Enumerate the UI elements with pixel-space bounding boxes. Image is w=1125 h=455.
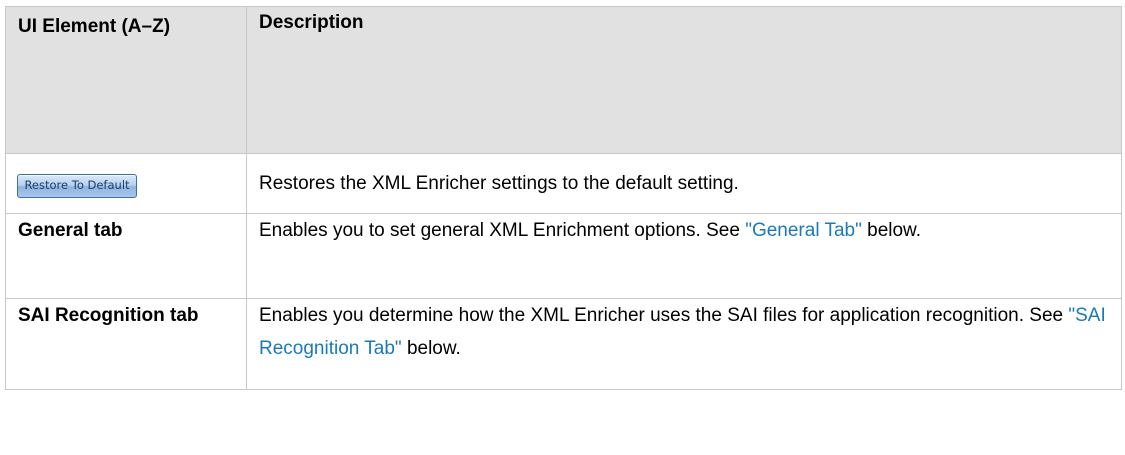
table-header-row: UI Element (A–Z) Description [5,6,1122,154]
ui-element-table: UI Element (A–Z) Description Restore To … [5,6,1122,390]
description-text: Enables you to set general XML Enrichmen… [259,220,746,241]
description-text-suffix: below. [401,338,461,359]
header-ui-element: UI Element (A–Z) [5,6,247,154]
restore-to-default-button[interactable]: Restore To Default [17,174,137,198]
table-row: SAI Recognition tab Enables you determin… [5,298,1122,390]
table-row: Restore To Default Restores the XML Enri… [5,153,1122,214]
description-cell: Restores the XML Enricher settings to th… [246,153,1122,214]
element-cell: SAI Recognition tab [5,298,247,390]
description-text-suffix: below. [861,220,922,241]
element-cell: General tab [5,213,247,299]
description-text: Enables you determine how the XML Enrich… [259,305,1069,326]
general-tab-link[interactable]: "General Tab" [745,220,862,241]
description-cell: Enables you determine how the XML Enrich… [246,298,1122,390]
description-cell: Enables you to set general XML Enrichmen… [246,213,1122,299]
header-description: Description [246,6,1122,154]
table-row: General tab Enables you to set general X… [5,213,1122,299]
element-cell: Restore To Default [5,153,247,214]
